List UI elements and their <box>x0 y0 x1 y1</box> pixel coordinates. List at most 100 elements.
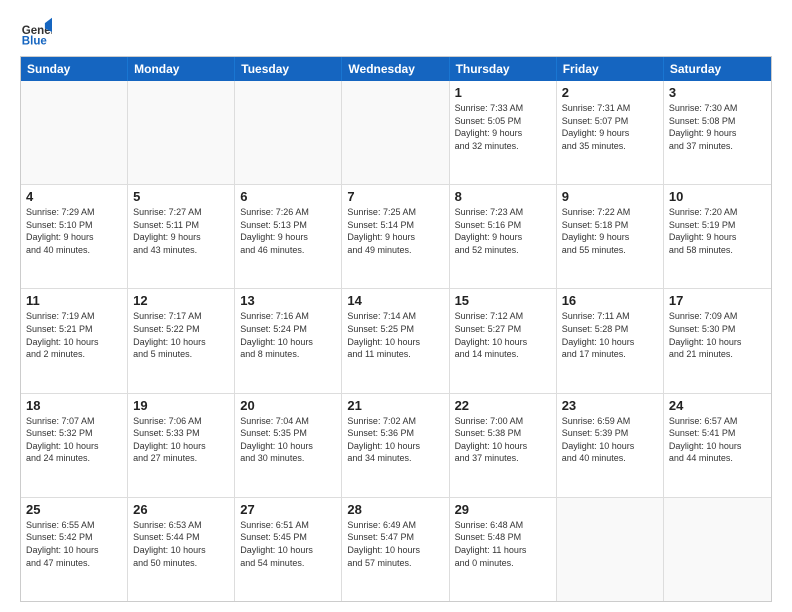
calendar-cell: 22 Sunrise: 7:00 AM Sunset: 5:38 PM Dayli… <box>450 394 557 497</box>
calendar-header-cell: Saturday <box>664 57 771 81</box>
calendar-cell: 7 Sunrise: 7:25 AM Sunset: 5:14 PM Daylig… <box>342 185 449 288</box>
day-number: 22 <box>455 398 551 413</box>
calendar-row: 25 Sunrise: 6:55 AM Sunset: 5:42 PM Dayli… <box>21 498 771 601</box>
calendar-cell: 27 Sunrise: 6:51 AM Sunset: 5:45 PM Dayli… <box>235 498 342 601</box>
day-number: 23 <box>562 398 658 413</box>
calendar-cell: 6Sunrise: 7:26 AM Sunset: 5:13 PM Daylig… <box>235 185 342 288</box>
calendar-header-cell: Sunday <box>21 57 128 81</box>
day-number: 14 <box>347 293 443 308</box>
day-number: 20 <box>240 398 336 413</box>
day-info: Sunrise: 7:22 AM Sunset: 5:18 PM Dayligh… <box>562 206 658 256</box>
day-number: 15 <box>455 293 551 308</box>
day-number: 4 <box>26 189 122 204</box>
day-info: Sunrise: 6:51 AM Sunset: 5:45 PM Dayligh… <box>240 519 336 569</box>
day-number: 17 <box>669 293 766 308</box>
calendar-cell: 5Sunrise: 7:27 AM Sunset: 5:11 PM Daylig… <box>128 185 235 288</box>
day-info: Sunrise: 7:06 AM Sunset: 5:33 PM Dayligh… <box>133 415 229 465</box>
calendar-header: SundayMondayTuesdayWednesdayThursdayFrid… <box>21 57 771 81</box>
day-info: Sunrise: 7:00 AM Sunset: 5:38 PM Dayligh… <box>455 415 551 465</box>
day-number: 13 <box>240 293 336 308</box>
day-info: Sunrise: 7:11 AM Sunset: 5:28 PM Dayligh… <box>562 310 658 360</box>
calendar-row: 11 Sunrise: 7:19 AM Sunset: 5:21 PM Dayli… <box>21 289 771 393</box>
day-info: Sunrise: 7:30 AM Sunset: 5:08 PM Dayligh… <box>669 102 766 152</box>
day-info: Sunrise: 7:26 AM Sunset: 5:13 PM Dayligh… <box>240 206 336 256</box>
day-number: 24 <box>669 398 766 413</box>
day-number: 2 <box>562 85 658 100</box>
day-number: 12 <box>133 293 229 308</box>
day-info: Sunrise: 6:55 AM Sunset: 5:42 PM Dayligh… <box>26 519 122 569</box>
day-number: 5 <box>133 189 229 204</box>
calendar-cell: 15 Sunrise: 7:12 AM Sunset: 5:27 PM Dayli… <box>450 289 557 392</box>
calendar-cell: 1 Sunrise: 7:33 AM Sunset: 5:05 PM Daylig… <box>450 81 557 184</box>
day-info: Sunrise: 6:48 AM Sunset: 5:48 PM Dayligh… <box>455 519 551 569</box>
calendar-cell <box>21 81 128 184</box>
day-info: Sunrise: 7:02 AM Sunset: 5:36 PM Dayligh… <box>347 415 443 465</box>
day-number: 21 <box>347 398 443 413</box>
calendar-cell: 29Sunrise: 6:48 AM Sunset: 5:48 PM Dayli… <box>450 498 557 601</box>
logo: General Blue <box>20 16 56 48</box>
calendar-cell: 3 Sunrise: 7:30 AM Sunset: 5:08 PM Daylig… <box>664 81 771 184</box>
calendar-row: 1 Sunrise: 7:33 AM Sunset: 5:05 PM Daylig… <box>21 81 771 185</box>
calendar-header-cell: Monday <box>128 57 235 81</box>
logo-icon: General Blue <box>20 16 52 48</box>
calendar-header-cell: Wednesday <box>342 57 449 81</box>
day-info: Sunrise: 6:53 AM Sunset: 5:44 PM Dayligh… <box>133 519 229 569</box>
header: General Blue <box>20 16 772 48</box>
day-number: 26 <box>133 502 229 517</box>
calendar-row: 4 Sunrise: 7:29 AM Sunset: 5:10 PM Daylig… <box>21 185 771 289</box>
day-info: Sunrise: 7:16 AM Sunset: 5:24 PM Dayligh… <box>240 310 336 360</box>
calendar-cell: 14 Sunrise: 7:14 AM Sunset: 5:25 PM Dayli… <box>342 289 449 392</box>
calendar-cell: 8Sunrise: 7:23 AM Sunset: 5:16 PM Daylig… <box>450 185 557 288</box>
day-number: 11 <box>26 293 122 308</box>
calendar-cell: 2 Sunrise: 7:31 AM Sunset: 5:07 PM Daylig… <box>557 81 664 184</box>
day-info: Sunrise: 7:31 AM Sunset: 5:07 PM Dayligh… <box>562 102 658 152</box>
calendar-cell <box>128 81 235 184</box>
calendar-cell: 23 Sunrise: 6:59 AM Sunset: 5:39 PM Dayli… <box>557 394 664 497</box>
day-number: 25 <box>26 502 122 517</box>
calendar-body: 1 Sunrise: 7:33 AM Sunset: 5:05 PM Daylig… <box>21 81 771 601</box>
calendar-header-cell: Thursday <box>450 57 557 81</box>
day-info: Sunrise: 7:14 AM Sunset: 5:25 PM Dayligh… <box>347 310 443 360</box>
calendar-cell <box>235 81 342 184</box>
day-info: Sunrise: 7:12 AM Sunset: 5:27 PM Dayligh… <box>455 310 551 360</box>
day-info: Sunrise: 7:09 AM Sunset: 5:30 PM Dayligh… <box>669 310 766 360</box>
day-info: Sunrise: 7:17 AM Sunset: 5:22 PM Dayligh… <box>133 310 229 360</box>
calendar-cell: 12 Sunrise: 7:17 AM Sunset: 5:22 PM Dayli… <box>128 289 235 392</box>
calendar-cell: 18 Sunrise: 7:07 AM Sunset: 5:32 PM Dayli… <box>21 394 128 497</box>
day-number: 9 <box>562 189 658 204</box>
calendar-row: 18 Sunrise: 7:07 AM Sunset: 5:32 PM Dayli… <box>21 394 771 498</box>
day-number: 18 <box>26 398 122 413</box>
day-info: Sunrise: 7:07 AM Sunset: 5:32 PM Dayligh… <box>26 415 122 465</box>
day-number: 1 <box>455 85 551 100</box>
calendar-cell: 10Sunrise: 7:20 AM Sunset: 5:19 PM Dayli… <box>664 185 771 288</box>
calendar-cell: 16 Sunrise: 7:11 AM Sunset: 5:28 PM Dayli… <box>557 289 664 392</box>
calendar-cell: 24 Sunrise: 6:57 AM Sunset: 5:41 PM Dayli… <box>664 394 771 497</box>
day-number: 27 <box>240 502 336 517</box>
day-info: Sunrise: 7:25 AM Sunset: 5:14 PM Dayligh… <box>347 206 443 256</box>
day-info: Sunrise: 6:57 AM Sunset: 5:41 PM Dayligh… <box>669 415 766 465</box>
day-number: 28 <box>347 502 443 517</box>
calendar-cell: 13 Sunrise: 7:16 AM Sunset: 5:24 PM Dayli… <box>235 289 342 392</box>
day-info: Sunrise: 6:49 AM Sunset: 5:47 PM Dayligh… <box>347 519 443 569</box>
day-info: Sunrise: 7:23 AM Sunset: 5:16 PM Dayligh… <box>455 206 551 256</box>
calendar-cell: 17 Sunrise: 7:09 AM Sunset: 5:30 PM Dayli… <box>664 289 771 392</box>
day-info: Sunrise: 7:33 AM Sunset: 5:05 PM Dayligh… <box>455 102 551 152</box>
calendar-cell: 25 Sunrise: 6:55 AM Sunset: 5:42 PM Dayli… <box>21 498 128 601</box>
calendar-cell: 19 Sunrise: 7:06 AM Sunset: 5:33 PM Dayli… <box>128 394 235 497</box>
calendar-cell: 9 Sunrise: 7:22 AM Sunset: 5:18 PM Daylig… <box>557 185 664 288</box>
svg-text:Blue: Blue <box>22 35 48 47</box>
day-number: 19 <box>133 398 229 413</box>
day-info: Sunrise: 7:19 AM Sunset: 5:21 PM Dayligh… <box>26 310 122 360</box>
day-info: Sunrise: 7:20 AM Sunset: 5:19 PM Dayligh… <box>669 206 766 256</box>
calendar-cell <box>557 498 664 601</box>
calendar-cell: 20Sunrise: 7:04 AM Sunset: 5:35 PM Dayli… <box>235 394 342 497</box>
day-number: 3 <box>669 85 766 100</box>
day-info: Sunrise: 6:59 AM Sunset: 5:39 PM Dayligh… <box>562 415 658 465</box>
day-number: 16 <box>562 293 658 308</box>
day-number: 7 <box>347 189 443 204</box>
day-info: Sunrise: 7:29 AM Sunset: 5:10 PM Dayligh… <box>26 206 122 256</box>
page: General Blue SundayMondayTuesdayWednesda… <box>0 0 792 612</box>
calendar-cell <box>664 498 771 601</box>
calendar-cell: 21 Sunrise: 7:02 AM Sunset: 5:36 PM Dayli… <box>342 394 449 497</box>
calendar-cell: 4 Sunrise: 7:29 AM Sunset: 5:10 PM Daylig… <box>21 185 128 288</box>
